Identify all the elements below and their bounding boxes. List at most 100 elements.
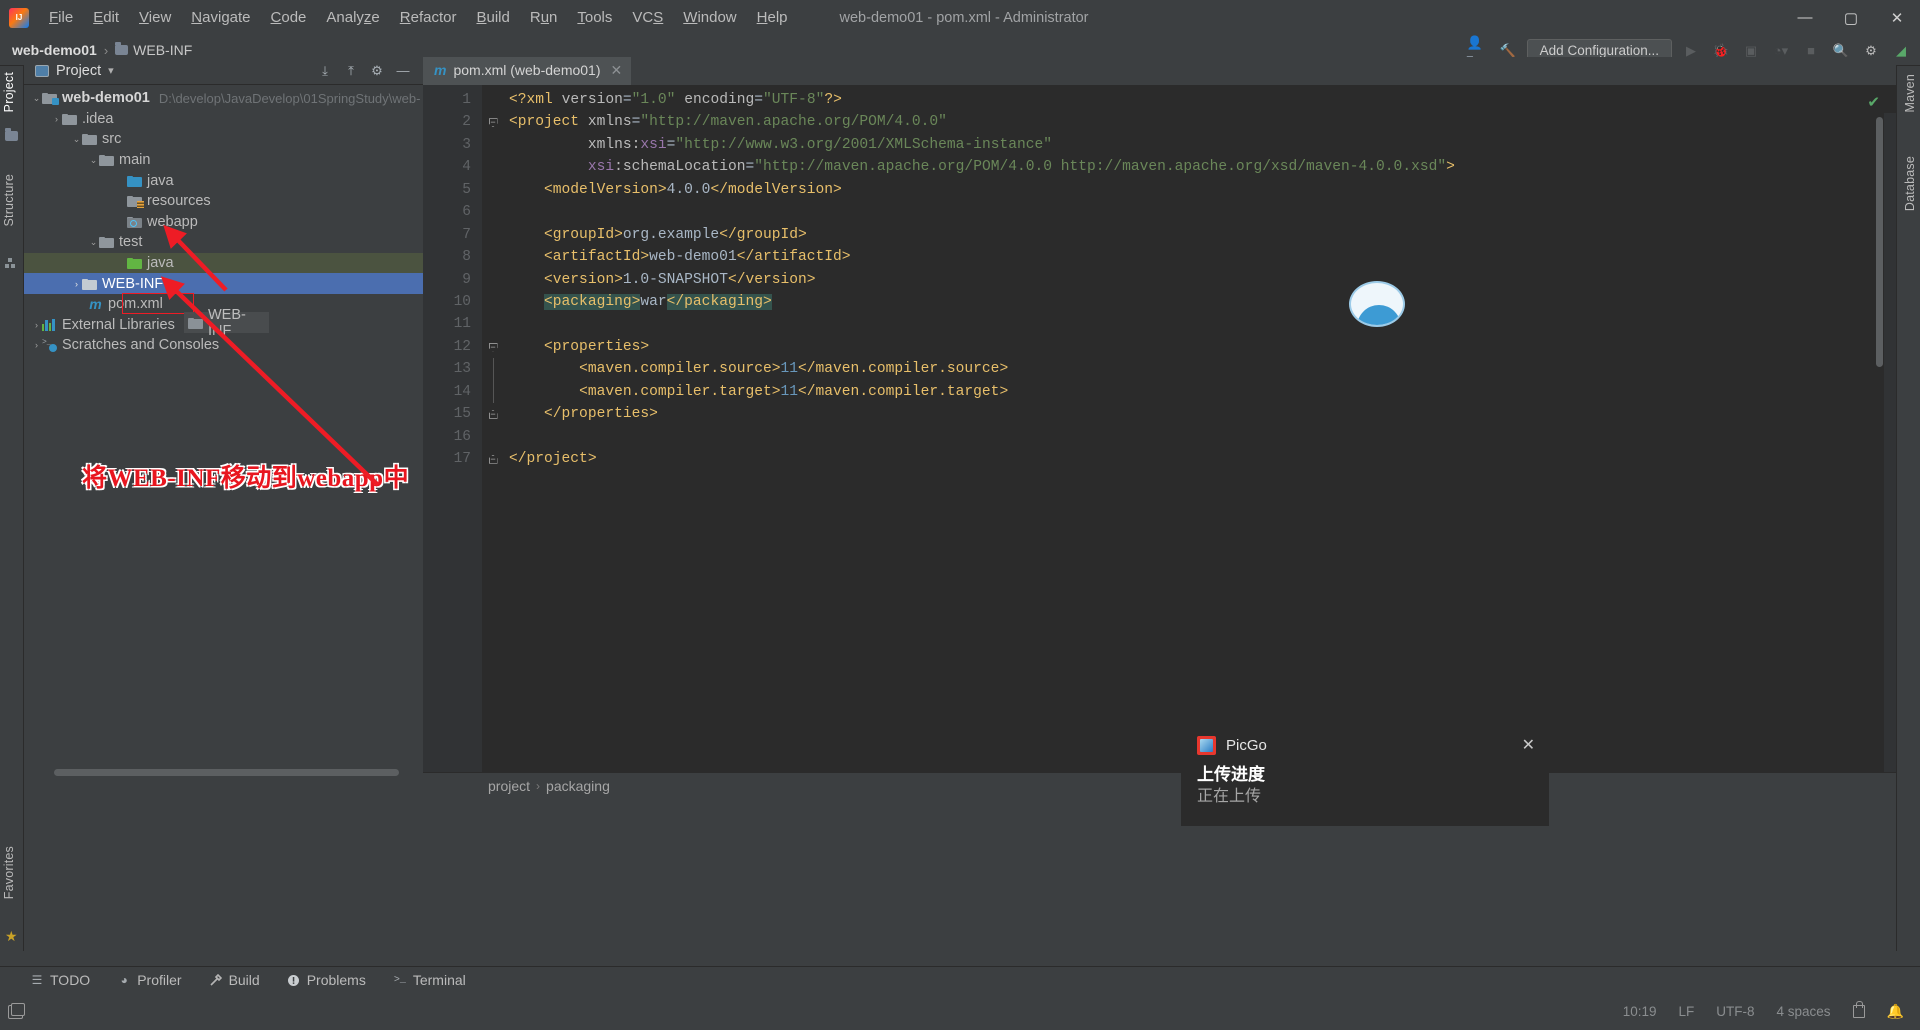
- menu-build[interactable]: Build: [466, 5, 519, 30]
- fold-placeholder: [482, 179, 504, 201]
- menu-tools[interactable]: Tools: [567, 5, 622, 30]
- editor-vertical-scrollbar[interactable]: [1876, 117, 1883, 367]
- file-encoding[interactable]: UTF-8: [1716, 1004, 1754, 1019]
- collapse-all-icon[interactable]: ⤒: [339, 59, 363, 83]
- code-folding-column[interactable]: − − − −: [482, 85, 504, 772]
- status-bar-left: [0, 1002, 25, 1019]
- tool-windows-toggle-icon[interactable]: [8, 1002, 25, 1019]
- chevron-right-icon[interactable]: ›: [31, 319, 42, 330]
- expand-all-icon[interactable]: ⤓: [313, 59, 337, 83]
- breadcrumb-packaging-element[interactable]: packaging: [546, 778, 610, 794]
- maximize-button[interactable]: ▢: [1828, 0, 1874, 35]
- project-panel-title-group[interactable]: Project ▾: [24, 63, 114, 79]
- code-line-5: <modelVersion>4.0.0</modelVersion>: [544, 181, 842, 198]
- folder-icon: [99, 236, 114, 249]
- indent-setting[interactable]: 4 spaces: [1777, 1004, 1831, 1019]
- tree-label: src: [102, 131, 122, 148]
- hide-panel-icon[interactable]: —: [391, 59, 415, 83]
- chevron-down-icon[interactable]: ⌄: [88, 155, 99, 166]
- profiler-icon: ◕: [120, 973, 128, 987]
- chevron-down-icon[interactable]: ⌄: [31, 93, 42, 104]
- tree-node-test[interactable]: ⌄ test: [24, 232, 423, 253]
- tree-node-web-demo01[interactable]: ⌄ web-demo01 D:\develop\JavaDevelop\01Sp…: [24, 88, 423, 109]
- picgo-subtitle: 正在上传: [1197, 788, 1262, 805]
- tree-node-main[interactable]: ⌄ main: [24, 150, 423, 171]
- breadcrumb-project-element[interactable]: project: [488, 778, 530, 794]
- caret-position[interactable]: 10:19: [1623, 1004, 1657, 1019]
- breadcrumb-project[interactable]: web-demo01: [12, 42, 97, 58]
- tool-button-profiler[interactable]: ◕ Profiler: [117, 972, 182, 988]
- chevron-right-icon[interactable]: ›: [71, 278, 82, 289]
- left-tool-strip: Project Structure Favorites ★: [0, 66, 24, 951]
- editor-tab-pom-xml[interactable]: m pom.xml (web-demo01) ✕: [423, 57, 632, 85]
- line-number: 5: [462, 181, 471, 198]
- tree-label: java: [147, 172, 174, 189]
- error-stripe-marker-panel[interactable]: [1884, 113, 1896, 772]
- tree-node-main-java[interactable]: java: [24, 170, 423, 191]
- chevron-right-icon[interactable]: ›: [51, 113, 62, 124]
- tool-button-todo[interactable]: ☰ TODO: [30, 972, 91, 988]
- window-title: web-demo01 - pom.xml - Administrator: [839, 9, 1089, 26]
- resources-folder-icon: [127, 195, 144, 209]
- menu-code[interactable]: Code: [261, 5, 317, 30]
- fold-placeholder: [482, 156, 504, 178]
- code-editor[interactable]: 1 2 3 4 5 6 7 8 9 10 11 12 13 14 15 16 1…: [423, 85, 1896, 772]
- menu-window[interactable]: Window: [673, 5, 746, 30]
- tool-button-problems[interactable]: Problems: [287, 972, 366, 988]
- maven-file-icon: m: [434, 62, 447, 78]
- main-menu: FFileile Edit View Navigate Code Analyze…: [39, 0, 798, 35]
- menu-refactor[interactable]: Refactor: [390, 5, 467, 30]
- title-bar: FFileile Edit View Navigate Code Analyze…: [0, 0, 1920, 35]
- tool-tab-favorites[interactable]: Favorites: [2, 846, 16, 899]
- tool-tab-maven[interactable]: Maven: [1903, 74, 1917, 113]
- code-line-4: xsi:schemaLocation="http://maven.apache.…: [587, 159, 1455, 176]
- status-bar-right: 10:19 LF UTF-8 4 spaces 🔔: [1623, 1001, 1920, 1020]
- tool-tab-database[interactable]: Database: [1903, 156, 1917, 211]
- project-horizontal-scrollbar[interactable]: [54, 769, 399, 776]
- tree-node-src[interactable]: ⌄ src: [24, 129, 423, 150]
- menu-help[interactable]: Help: [747, 5, 798, 30]
- tree-node-resources[interactable]: resources: [24, 191, 423, 212]
- code-line-7: <groupId>org.example</groupId>: [544, 226, 807, 243]
- tree-node-test-java[interactable]: java: [24, 252, 423, 274]
- menu-file[interactable]: FFileile: [39, 5, 83, 30]
- menu-analyze[interactable]: Analyze: [316, 5, 389, 30]
- tool-tab-structure[interactable]: Structure: [2, 174, 16, 227]
- fold-marker-properties-end[interactable]: −: [482, 403, 504, 425]
- tool-tab-project[interactable]: Project: [2, 72, 16, 112]
- lock-icon[interactable]: [1852, 1001, 1865, 1018]
- menu-edit[interactable]: Edit: [83, 5, 129, 30]
- chevron-down-icon[interactable]: ⌄: [88, 237, 99, 248]
- menu-navigate[interactable]: Navigate: [181, 5, 260, 30]
- fold-marker-properties[interactable]: −: [482, 336, 504, 358]
- inspection-status-icon[interactable]: ✔: [1867, 93, 1880, 111]
- close-icon[interactable]: ✕: [1522, 735, 1535, 755]
- notifications-bell-icon[interactable]: 🔔: [1887, 1003, 1904, 1020]
- line-number: 6: [462, 204, 471, 221]
- tool-button-terminal[interactable]: >_ Terminal: [393, 972, 466, 988]
- chevron-right-icon[interactable]: ›: [31, 340, 42, 351]
- close-button[interactable]: ✕: [1874, 0, 1920, 35]
- panel-settings-gear-icon[interactable]: ⚙: [365, 59, 389, 83]
- code-text[interactable]: <?xml version="1.0" encoding="UTF-8"?> <…: [504, 85, 1896, 772]
- tree-node-web-inf[interactable]: › WEB-INF: [24, 273, 423, 294]
- chevron-down-icon[interactable]: ⌄: [71, 134, 82, 145]
- tool-button-build[interactable]: Build: [209, 972, 260, 988]
- fold-placeholder: [482, 224, 504, 246]
- chevron-down-icon[interactable]: ▾: [108, 64, 114, 77]
- tool-button-label: TODO: [50, 972, 91, 988]
- menu-run[interactable]: Run: [520, 5, 568, 30]
- menu-vcs[interactable]: VCS: [622, 5, 673, 30]
- picgo-notification: PicGo ✕ 上传进度 正在上传: [1181, 726, 1549, 826]
- minimize-button[interactable]: —: [1782, 0, 1828, 35]
- tree-node-idea[interactable]: › .idea: [24, 109, 423, 130]
- tree-node-webapp[interactable]: webapp: [24, 212, 423, 233]
- fold-marker-project[interactable]: −: [482, 111, 504, 133]
- menu-view[interactable]: View: [129, 5, 181, 30]
- line-separator[interactable]: LF: [1679, 1004, 1695, 1019]
- line-number: 8: [462, 249, 471, 266]
- fold-marker-project-end[interactable]: −: [482, 448, 504, 470]
- breadcrumb-webinf[interactable]: WEB-INF: [115, 42, 192, 58]
- close-icon[interactable]: ✕: [611, 62, 623, 79]
